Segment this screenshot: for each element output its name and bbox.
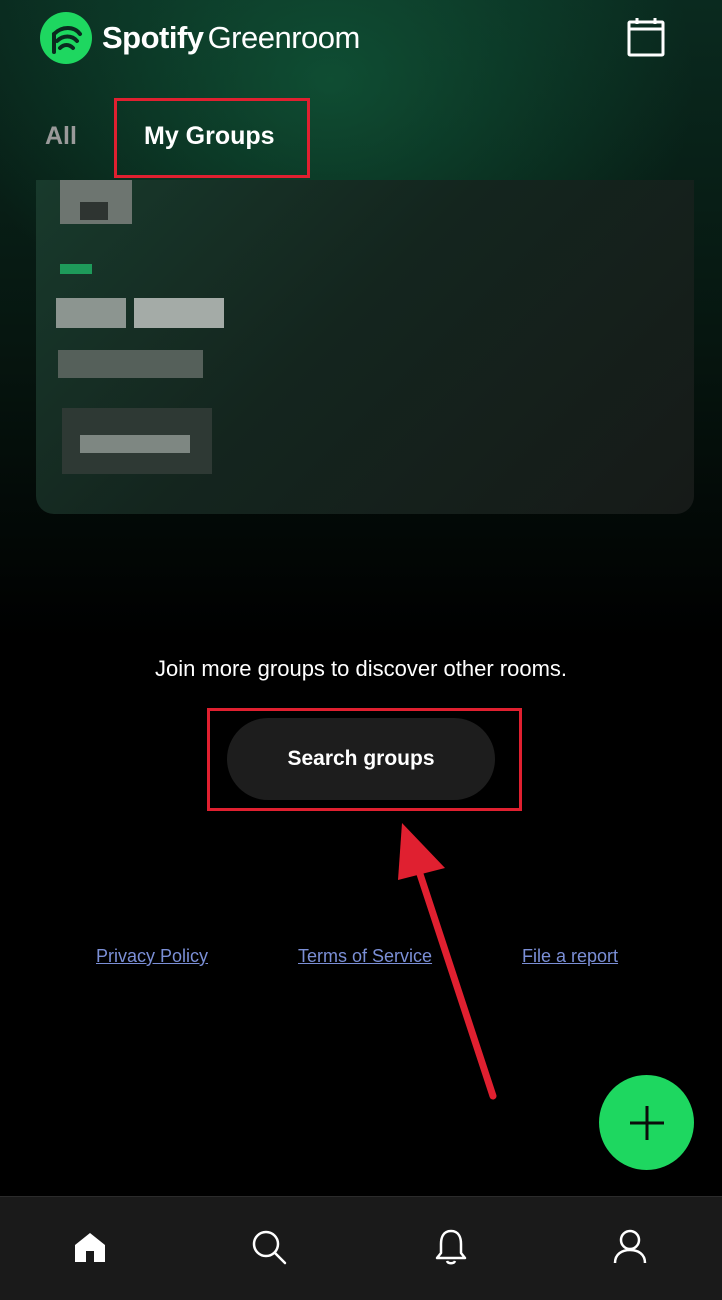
nav-notifications[interactable]	[423, 1219, 479, 1275]
nav-search[interactable]	[241, 1219, 297, 1275]
pixelated-block	[80, 202, 108, 220]
plus-icon	[629, 1105, 664, 1140]
nav-home[interactable]	[62, 1219, 118, 1275]
pixelated-subtitle	[58, 350, 203, 378]
group-tabs: All My Groups	[0, 100, 722, 180]
tab-highlight-annotation	[114, 98, 310, 178]
button-highlight-annotation	[207, 708, 522, 811]
group-card[interactable]	[36, 180, 694, 514]
terms-of-service-link[interactable]: Terms of Service	[298, 946, 432, 967]
empty-state-message: Join more groups to discover other rooms…	[154, 656, 568, 681]
search-icon	[252, 1230, 287, 1265]
calendar-button[interactable]	[624, 16, 668, 60]
privacy-policy-link[interactable]: Privacy Policy	[96, 946, 208, 967]
bottom-navigation	[0, 1196, 722, 1300]
app-title: Spotify Greenroom	[102, 20, 360, 56]
home-icon	[75, 1233, 105, 1262]
file-report-link[interactable]: File a report	[522, 946, 618, 967]
greenroom-logo-icon	[40, 12, 92, 64]
pixelated-button-text	[80, 435, 190, 453]
nav-profile[interactable]	[602, 1219, 658, 1275]
profile-icon	[613, 1229, 647, 1264]
footer-links: Privacy Policy Terms of Service File a r…	[0, 946, 722, 976]
create-room-button[interactable]	[599, 1075, 694, 1170]
app-logo: Spotify Greenroom	[40, 12, 360, 64]
brand-greenroom: Greenroom	[207, 20, 361, 55]
pixelated-title	[56, 298, 126, 328]
pixelated-title-2	[134, 298, 224, 328]
brand-spotify: Spotify	[102, 20, 204, 55]
bell-icon	[435, 1229, 467, 1265]
app-header: Spotify Greenroom	[0, 0, 722, 90]
calendar-icon	[627, 18, 665, 57]
tab-all[interactable]: All	[45, 122, 77, 151]
pixelated-tag	[60, 264, 92, 274]
